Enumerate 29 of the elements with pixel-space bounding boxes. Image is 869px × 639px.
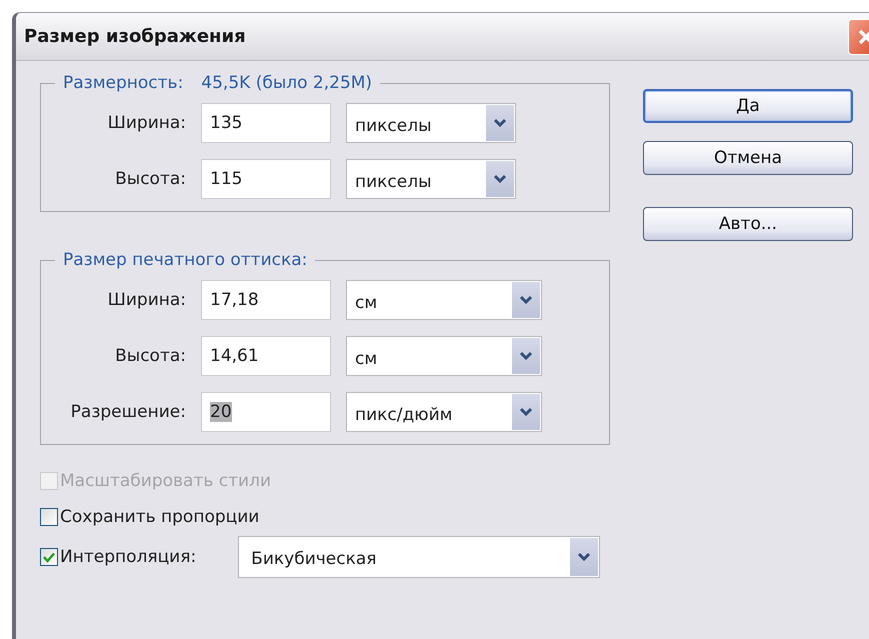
- dropdown[interactable]: пикселы: [346, 103, 516, 143]
- checkbox-label: Интерполяция:: [60, 547, 196, 567]
- dropdown[interactable]: см: [346, 280, 542, 320]
- dropdown[interactable]: см: [346, 336, 542, 376]
- field-label: Высота:: [115, 346, 186, 366]
- checkbox-label: Масштабировать стили: [60, 471, 272, 491]
- input-field[interactable]: 14,61: [201, 336, 331, 376]
- checkmark-icon: [43, 552, 55, 562]
- size-text: 45,5K (было 2,25M): [201, 73, 372, 93]
- field-label: Разрешение:: [70, 402, 186, 422]
- input-field[interactable]: 17,18: [201, 280, 331, 320]
- dialog-button[interactable]: Да: [643, 89, 853, 123]
- input-field[interactable]: 20: [201, 392, 331, 432]
- checkbox[interactable]: [40, 508, 58, 526]
- input-field[interactable]: 135: [201, 103, 331, 143]
- dropdown[interactable]: Бикубическая: [238, 536, 600, 578]
- input-field[interactable]: 115: [201, 159, 331, 199]
- group-title: Размер печатного оттиска:: [63, 250, 308, 270]
- dialog-button[interactable]: Авто...: [643, 207, 853, 241]
- checkbox-label: Сохранить пропорции: [60, 507, 260, 527]
- group-title: Размерность:: [63, 73, 184, 93]
- window-title: Размер изображения: [24, 26, 246, 47]
- dropdown[interactable]: пикселы: [346, 159, 516, 199]
- field-label: Ширина:: [108, 113, 186, 133]
- checkbox[interactable]: [40, 548, 58, 566]
- dialog-button[interactable]: Отмена: [643, 141, 853, 175]
- dropdown[interactable]: пикс/дюйм: [346, 392, 542, 432]
- field-label: Ширина:: [108, 290, 186, 310]
- field-label: Высота:: [115, 169, 186, 189]
